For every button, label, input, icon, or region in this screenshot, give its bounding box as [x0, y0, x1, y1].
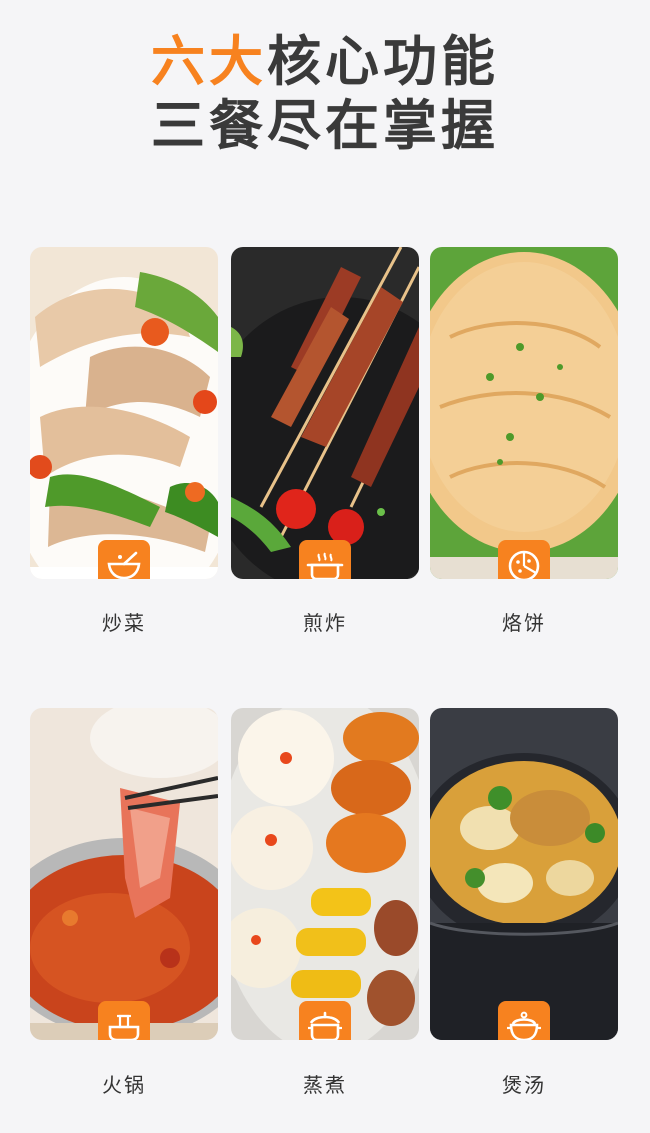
pancake-icon: [498, 540, 550, 579]
steamer-icon: [299, 1001, 351, 1040]
hotpot-icon: [98, 1001, 150, 1040]
function-card-steam[interactable]: [231, 708, 419, 1040]
function-label-soup: 煲汤: [502, 1073, 546, 1097]
hotpot-photo: [30, 708, 218, 1040]
function-card-hotpot[interactable]: [30, 708, 218, 1040]
function-label-steam: 蒸煮: [303, 1073, 347, 1097]
function-card-stir-fry[interactable]: [30, 247, 218, 579]
steam-photo: [231, 708, 419, 1040]
headline-accent: 六大: [151, 30, 267, 93]
function-card-soup[interactable]: [430, 708, 618, 1040]
headline-rest: 核心功能: [267, 30, 499, 93]
function-card-pancake[interactable]: [430, 247, 618, 579]
headline: 六大核心功能 三餐尽在掌握: [0, 30, 650, 158]
stir-fry-photo: [30, 247, 218, 579]
soup-pot-icon: [498, 1001, 550, 1040]
pancake-photo: [430, 247, 618, 579]
soup-photo: [430, 708, 618, 1040]
pan-fry-photo: [231, 247, 419, 579]
function-label-hotpot: 火锅: [102, 1073, 146, 1097]
function-label-stir-fry: 炒菜: [102, 611, 146, 635]
headline-line-1: 六大核心功能: [0, 30, 650, 94]
function-label-pancake: 烙饼: [502, 611, 546, 635]
fry-pan-icon: [299, 540, 351, 579]
headline-line-2: 三餐尽在掌握: [151, 94, 499, 157]
function-card-pan-fry[interactable]: [231, 247, 419, 579]
wok-icon: [98, 540, 150, 579]
function-label-pan-fry: 煎炸: [303, 611, 347, 635]
